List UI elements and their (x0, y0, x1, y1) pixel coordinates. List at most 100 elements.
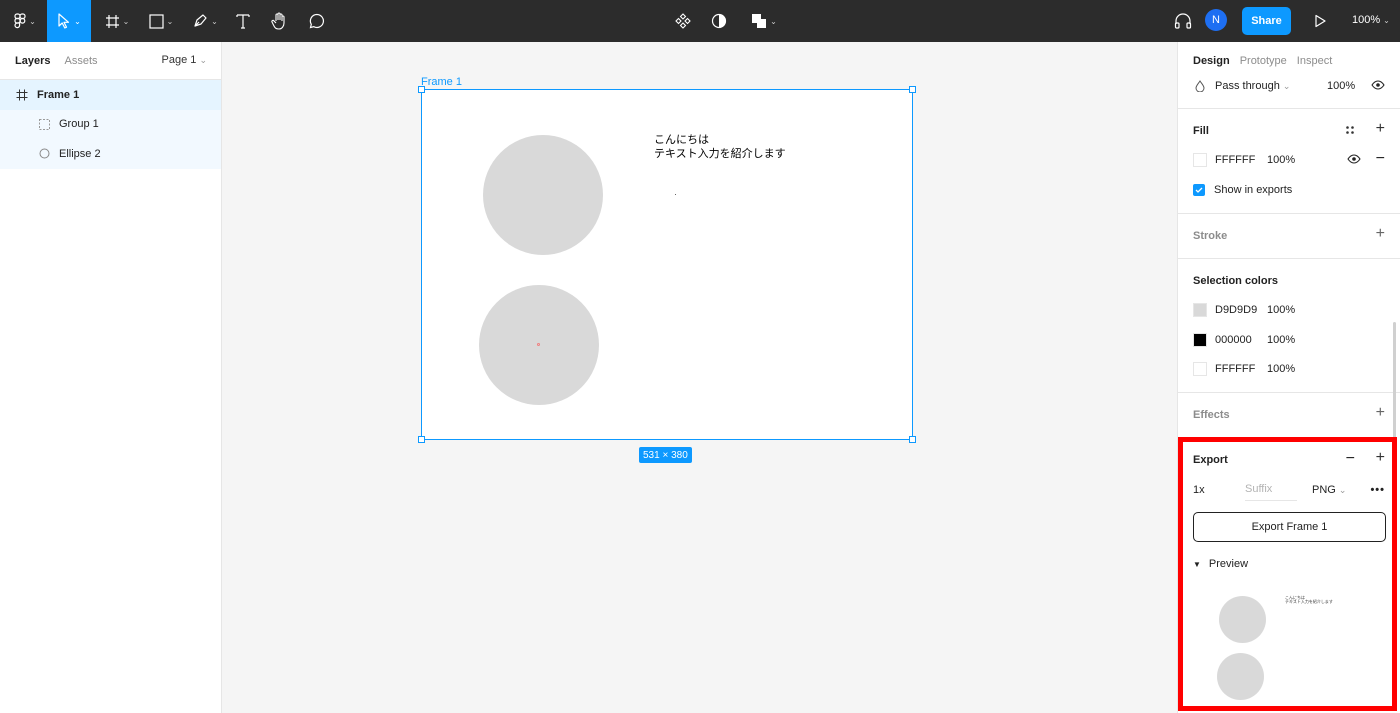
selection-colors-title: Selection colors (1193, 275, 1278, 287)
component-icon (675, 13, 691, 29)
frame-1[interactable]: こんにちは テキスト入力を紹介します (418, 86, 916, 443)
contrast-icon (711, 13, 727, 29)
resize-handle-bl[interactable] (418, 436, 425, 443)
user-avatar[interactable]: N (1205, 9, 1227, 31)
color-hex: FFFFFF (1215, 363, 1256, 375)
layer-row-group-1[interactable]: Group 1 (0, 109, 221, 139)
layer-opacity[interactable]: 100% (1327, 80, 1355, 92)
triangle-down-icon: ▼ (1193, 559, 1201, 569)
color-swatch[interactable] (1193, 303, 1207, 317)
boolean-button[interactable]: ⌄ (748, 0, 780, 42)
zoom-dropdown[interactable]: 100% ⌄ (1352, 14, 1390, 26)
resize-handle-tr[interactable] (909, 86, 916, 93)
frame-label[interactable]: Frame 1 (421, 76, 462, 88)
show-in-exports-label: Show in exports (1214, 184, 1293, 196)
color-swatch[interactable] (1193, 362, 1207, 376)
resize-handle-tl[interactable] (418, 86, 425, 93)
play-icon (1315, 14, 1326, 28)
tab-inspect[interactable]: Inspect (1297, 55, 1332, 67)
frame-text[interactable]: こんにちは テキスト入力を紹介します (654, 133, 786, 161)
remove-fill-icon[interactable]: − (1376, 150, 1385, 168)
layer-row-frame-1[interactable]: Frame 1 (0, 80, 221, 110)
tab-assets[interactable]: Assets (64, 55, 97, 67)
properties-panel: Design Prototype Inspect Pass through ⌄ … (1177, 42, 1400, 713)
ellipse-2[interactable] (479, 285, 599, 405)
chevron-down-icon: ⌄ (1383, 16, 1390, 25)
add-stroke-icon[interactable]: + (1376, 226, 1385, 242)
move-tool-button[interactable]: ⌄ (47, 0, 91, 42)
add-fill-icon[interactable]: + (1376, 121, 1385, 137)
fill-header: Fill + (1193, 121, 1385, 138)
tab-design[interactable]: Design (1193, 55, 1230, 67)
text-line: こんにちは (654, 134, 709, 146)
tab-layers[interactable]: Layers (15, 55, 50, 67)
color-hex: 000000 (1215, 334, 1252, 346)
top-toolbar: ⌄ ⌄ ⌄ ⌄ ⌄ ⌄ N Share 100% ⌄ (0, 0, 1400, 42)
text-line: テキスト入力を紹介します (654, 148, 786, 160)
style-grid-icon[interactable] (1345, 125, 1355, 138)
frame-icon (15, 89, 29, 101)
layers-panel: Layers Assets Page 1 ⌄ Frame 1 Group 1 E… (0, 42, 222, 713)
fill-opacity[interactable]: 100% (1267, 154, 1295, 166)
hand-icon (271, 12, 285, 30)
suffix-input[interactable]: Suffix (1245, 483, 1297, 501)
chevron-down-icon: ⌄ (74, 16, 81, 26)
main-menu-button[interactable]: ⌄ (8, 0, 42, 42)
add-export-icon[interactable]: + (1376, 450, 1385, 466)
audio-button[interactable] (1172, 0, 1194, 42)
preview-label: Preview (1208, 558, 1249, 570)
resize-handle-br[interactable] (909, 436, 916, 443)
right-panel-tabs: Design Prototype Inspect (1178, 42, 1400, 80)
chevron-down-icon: ⌄ (29, 16, 36, 26)
effects-title: Effects (1193, 409, 1230, 421)
color-swatch[interactable] (1193, 333, 1207, 347)
pen-tool-button[interactable]: ⌄ (188, 0, 222, 42)
export-settings-row: 1x Suffix PNG ⌄ ••• (1193, 483, 1385, 501)
ellipse-1[interactable] (483, 135, 603, 255)
checkbox-checked-icon[interactable] (1193, 184, 1205, 196)
show-in-exports-row: Show in exports (1193, 183, 1385, 197)
selection-color-row[interactable]: D9D9D9 100% (1193, 303, 1385, 317)
fill-title: Fill (1193, 125, 1209, 137)
export-format: PNG (1312, 484, 1336, 496)
add-effect-icon[interactable]: + (1376, 405, 1385, 421)
page-selector[interactable]: Page 1 ⌄ (162, 54, 207, 66)
chevron-down-icon: ⌄ (199, 55, 207, 65)
selection-color-row[interactable]: 000000 100% (1193, 333, 1385, 347)
color-opacity: 100% (1267, 304, 1296, 316)
export-frame-button[interactable]: Export Frame 1 (1193, 512, 1386, 542)
eye-icon[interactable] (1347, 153, 1361, 167)
layer-row-ellipse-2[interactable]: Ellipse 2 (0, 139, 221, 169)
comment-icon (309, 13, 325, 29)
present-button[interactable] (1310, 0, 1330, 42)
share-button[interactable]: Share (1242, 7, 1291, 35)
hand-tool-button[interactable] (266, 0, 292, 42)
fill-swatch[interactable] (1193, 153, 1207, 167)
color-opacity: 100% (1267, 334, 1296, 346)
divider (1178, 258, 1400, 259)
export-header: Export − + (1193, 450, 1385, 468)
tab-prototype[interactable]: Prototype (1240, 55, 1287, 67)
export-scale[interactable]: 1x (1193, 484, 1205, 496)
comment-tool-button[interactable] (304, 0, 330, 42)
remove-export-icon[interactable]: − (1346, 450, 1355, 468)
effects-header: Effects + (1193, 405, 1385, 422)
frame-tool-button[interactable]: ⌄ (100, 0, 134, 42)
eye-icon[interactable] (1371, 79, 1385, 93)
divider (1178, 392, 1400, 393)
format-dropdown[interactable]: PNG ⌄ (1312, 484, 1346, 496)
components-button[interactable] (672, 0, 694, 42)
preview-text-line: テキスト入力を紹介します (1285, 599, 1333, 604)
text-tool-button[interactable] (230, 0, 256, 42)
shape-tool-button[interactable]: ⌄ (144, 0, 178, 42)
preview-toggle[interactable]: ▼ Preview (1193, 557, 1385, 571)
mask-button[interactable] (708, 0, 730, 42)
chevron-down-icon: ⌄ (122, 16, 130, 26)
boolean-icon (752, 14, 767, 28)
fill-hex[interactable]: FFFFFF (1215, 154, 1255, 166)
scrollbar[interactable] (1393, 322, 1396, 440)
more-options-icon[interactable]: ••• (1370, 484, 1385, 496)
selection-color-row[interactable]: FFFFFF 100% (1193, 362, 1385, 376)
canvas[interactable]: Frame 1 こんにちは テキスト入力を紹介します 531 × 380 (222, 42, 1177, 713)
blend-mode-dropdown[interactable]: Pass through ⌄ (1215, 80, 1290, 92)
